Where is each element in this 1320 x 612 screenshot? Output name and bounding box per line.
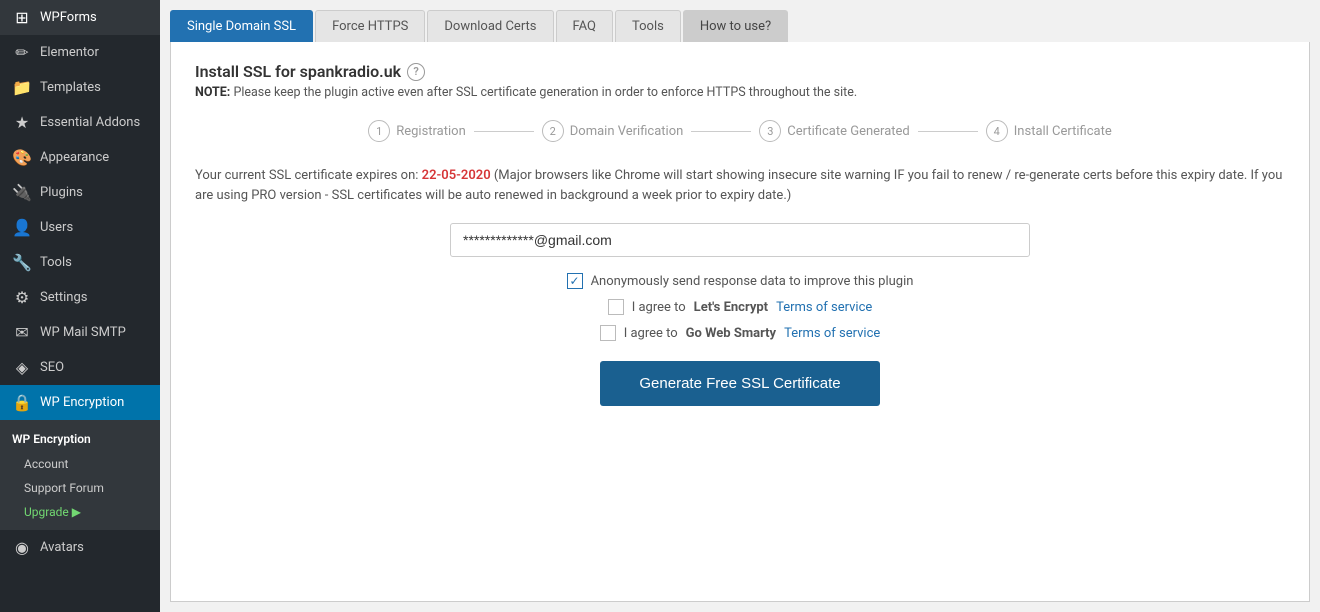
templates-icon: 📁 [12,78,32,97]
sidebar-item-wp-encryption-label: WP Encryption [40,395,124,410]
email-input[interactable] [450,223,1030,257]
sidebar-item-tools-label: Tools [40,255,72,270]
sidebar-item-avatars-label: Avatars [40,540,84,555]
sidebar-item-wp-mail-smtp[interactable]: ✉ WP Mail SMTP [0,315,160,350]
checkbox-anon-data-label: Anonymously send response data to improv… [591,274,914,289]
submenu-upgrade[interactable]: Upgrade ▶ [0,500,160,524]
content-panel: Install SSL for spankradio.uk ? NOTE: Pl… [170,42,1310,602]
step-2-circle: 2 [542,120,564,142]
step-3: 3 Certificate Generated [759,120,909,142]
sidebar-item-wp-encryption[interactable]: 🔒 WP Encryption [0,385,160,420]
email-input-wrap [195,223,1285,257]
sidebar-item-tools[interactable]: 🔧 Tools [0,245,160,280]
help-icon[interactable]: ? [407,63,425,81]
essential-addons-icon: ★ [12,113,32,132]
tab-faq[interactable]: FAQ [556,10,613,42]
sidebar-item-wpforms[interactable]: ⊞ WPForms [0,0,160,35]
checkbox-go-web-smarty-prefix: I agree to [624,326,678,341]
generate-ssl-button[interactable]: Generate Free SSL Certificate [600,361,880,406]
sidebar-item-plugins[interactable]: 🔌 Plugins [0,175,160,210]
panel-title-text: Install SSL for spankradio.uk [195,62,401,81]
sidebar-item-users[interactable]: 👤 Users [0,210,160,245]
note-bar: NOTE: Please keep the plugin active even… [195,85,1285,100]
checkbox-go-web-smarty-bold: Go Web Smarty [686,326,776,341]
step-1-label: Registration [396,124,466,139]
tab-tools[interactable]: Tools [615,10,681,42]
submenu-account[interactable]: Account [0,452,160,476]
settings-icon: ⚙ [12,288,32,307]
users-icon: 👤 [12,218,32,237]
tab-how-to-use[interactable]: How to use? [683,10,788,42]
appearance-icon: 🎨 [12,148,32,167]
wp-encryption-submenu: WP Encryption Account Support Forum Upgr… [0,420,160,530]
tab-force-https[interactable]: Force HTTPS [315,10,425,42]
wp-encryption-submenu-header: WP Encryption [0,426,160,452]
generate-btn-wrap: Generate Free SSL Certificate [195,361,1285,406]
step-4-circle: 4 [986,120,1008,142]
checkbox-lets-encrypt-row: I agree to Let's Encrypt Terms of servic… [195,299,1285,315]
wp-mail-smtp-icon: ✉ [12,323,32,342]
step-1: 1 Registration [368,120,466,142]
submenu-support-forum[interactable]: Support Forum [0,476,160,500]
sidebar-item-templates-label: Templates [40,80,101,95]
sidebar: ⊞ WPForms ✏ Elementor 📁 Templates ★ Esse… [0,0,160,612]
sidebar-item-appearance[interactable]: 🎨 Appearance [0,140,160,175]
sidebar-item-essential-addons-label: Essential Addons [40,115,140,130]
sidebar-item-wpforms-label: WPForms [40,10,97,25]
step-3-circle: 3 [759,120,781,142]
note-label: NOTE: [195,85,230,100]
step-line-2 [691,131,751,132]
checkbox-lets-encrypt[interactable] [608,299,624,315]
tab-bar: Single Domain SSL Force HTTPS Download C… [160,0,1320,42]
avatars-icon: ◉ [12,538,32,557]
wp-encryption-icon: 🔒 [12,393,32,412]
step-3-label: Certificate Generated [787,124,909,139]
step-1-circle: 1 [368,120,390,142]
main-content: Single Domain SSL Force HTTPS Download C… [160,0,1320,612]
tab-download-certs[interactable]: Download Certs [427,10,553,42]
sidebar-item-essential-addons[interactable]: ★ Essential Addons [0,105,160,140]
sidebar-item-appearance-label: Appearance [40,150,109,165]
steps-bar: 1 Registration 2 Domain Verification 3 C… [195,120,1285,142]
checkbox-go-web-smarty-row: I agree to Go Web Smarty Terms of servic… [195,325,1285,341]
checkbox-lets-encrypt-bold: Let's Encrypt [694,300,768,315]
tab-single-domain-ssl[interactable]: Single Domain SSL [170,10,313,42]
checkbox-go-web-smarty-link[interactable]: Terms of service [784,326,880,341]
seo-icon: ◈ [12,358,32,377]
note-text: Please keep the plugin active even after… [233,85,857,100]
expiry-prefix: Your current SSL certificate expires on: [195,168,418,183]
checkbox-anon-data-row: ✓ Anonymously send response data to impr… [195,273,1285,289]
checkbox-anon-data[interactable]: ✓ [567,273,583,289]
step-2: 2 Domain Verification [542,120,684,142]
tools-icon: 🔧 [12,253,32,272]
sidebar-item-seo[interactable]: ◈ SEO [0,350,160,385]
checkbox-lets-encrypt-prefix: I agree to [632,300,686,315]
sidebar-item-elementor[interactable]: ✏ Elementor [0,35,160,70]
step-line-3 [918,131,978,132]
checkbox-lets-encrypt-link[interactable]: Terms of service [776,300,872,315]
step-2-label: Domain Verification [570,124,684,139]
plugins-icon: 🔌 [12,183,32,202]
step-4: 4 Install Certificate [986,120,1112,142]
panel-title: Install SSL for spankradio.uk ? [195,62,1285,81]
sidebar-item-settings[interactable]: ⚙ Settings [0,280,160,315]
checkbox-go-web-smarty[interactable] [600,325,616,341]
sidebar-item-plugins-label: Plugins [40,185,83,200]
wpforms-icon: ⊞ [12,8,32,27]
sidebar-item-templates[interactable]: 📁 Templates [0,70,160,105]
sidebar-item-users-label: Users [40,220,73,235]
step-4-label: Install Certificate [1014,124,1112,139]
expiry-date: 22-05-2020 [422,168,491,183]
sidebar-item-settings-label: Settings [40,290,87,305]
expiry-text: Your current SSL certificate expires on:… [195,166,1285,205]
sidebar-item-seo-label: SEO [40,360,64,375]
step-line-1 [474,131,534,132]
sidebar-item-elementor-label: Elementor [40,45,99,60]
elementor-icon: ✏ [12,43,32,62]
sidebar-item-wp-mail-smtp-label: WP Mail SMTP [40,325,126,340]
sidebar-item-avatars[interactable]: ◉ Avatars [0,530,160,565]
